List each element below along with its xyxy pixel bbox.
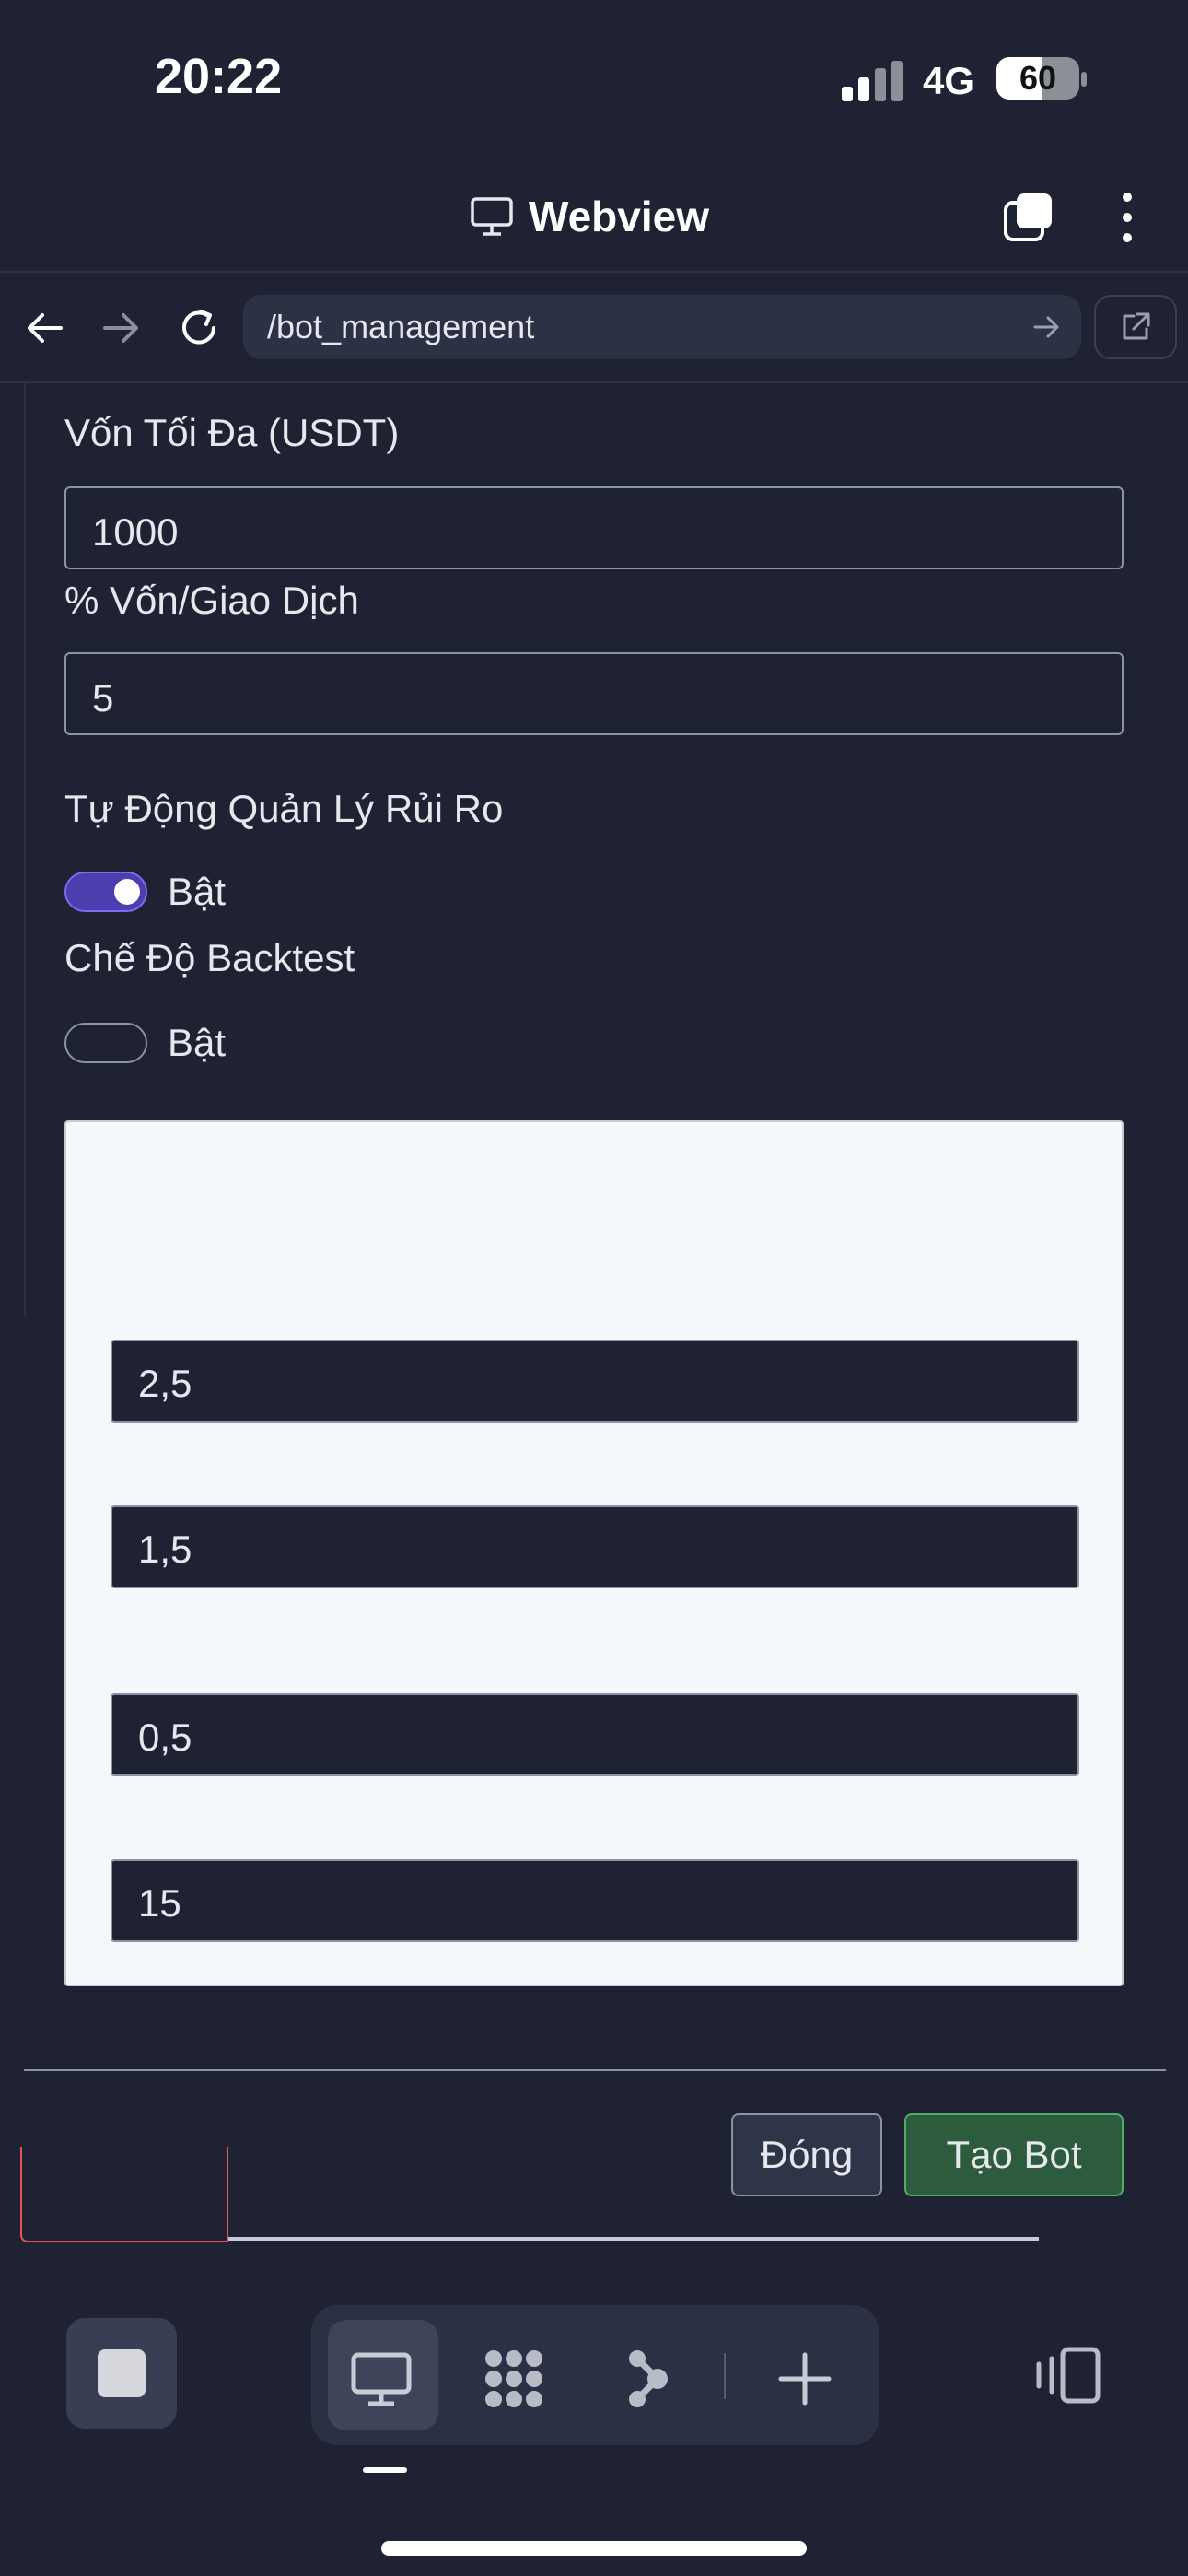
auto-risk-label: Tự Động Quản Lý Rủi Ro (64, 787, 504, 830)
stop-button[interactable] (66, 2318, 177, 2429)
battery-level: 60 (1019, 59, 1057, 97)
capital-per-trade-label: % Vốn/Giao Dịch (64, 579, 359, 622)
max-capital-label: Vốn Tối Đa (USDT) (64, 411, 400, 454)
back-arrow-icon[interactable] (18, 302, 70, 354)
plus-icon[interactable] (772, 2346, 838, 2412)
url-text[interactable]: /bot_management (267, 308, 534, 346)
external-link-icon (1123, 312, 1150, 340)
risk-field-3[interactable]: 0,5 (111, 1693, 1079, 1776)
max-capital-input[interactable]: 1000 (64, 486, 1124, 569)
go-arrow-icon[interactable] (1031, 311, 1063, 343)
more-menu-icon[interactable] (1114, 192, 1140, 243)
stop-icon (98, 2349, 146, 2397)
background-card-edge (20, 2147, 228, 2242)
forward-arrow-icon[interactable] (96, 302, 147, 354)
risk-field-4[interactable]: 15 (111, 1859, 1079, 1942)
reload-icon[interactable] (173, 302, 225, 354)
close-button[interactable]: Đóng (731, 2113, 882, 2196)
background-progress-line (228, 2237, 1039, 2241)
backtest-toggle-label: Bật (168, 1021, 227, 1064)
monitor-icon (471, 197, 513, 236)
tabs-icon[interactable] (1002, 192, 1054, 243)
battery-icon: 60 (996, 57, 1079, 100)
header-title-text: Webview (529, 193, 709, 240)
backtest-toggle[interactable] (64, 1023, 147, 1063)
signal-icon (842, 61, 903, 101)
risk-field-2[interactable]: 1,5 (111, 1505, 1079, 1588)
backtest-label: Chế Độ Backtest (64, 936, 355, 979)
battery-tip (1081, 72, 1087, 87)
dock-active-indicator (363, 2467, 407, 2473)
header-divider (0, 271, 1188, 273)
dock-separator (724, 2353, 726, 2399)
page-title: Webview (470, 192, 709, 241)
capital-per-trade-input[interactable]: 5 (64, 652, 1124, 735)
address-bar[interactable]: /bot_management (243, 295, 1081, 359)
auto-risk-toggle[interactable] (64, 872, 147, 912)
auto-risk-toggle-label: Bật (168, 870, 227, 913)
webview-monitor-icon[interactable] (348, 2346, 414, 2412)
modal-footer-divider (24, 2069, 1166, 2071)
home-indicator (381, 2541, 807, 2556)
risk-settings-panel: 2,5 1,5 0,5 15 (64, 1120, 1124, 1986)
device-switch-icon[interactable] (1031, 2346, 1101, 2405)
create-bot-button[interactable]: Tạo Bot (904, 2113, 1124, 2196)
network-type: 4G (923, 59, 975, 102)
status-time: 20:22 (155, 49, 283, 104)
risk-field-1[interactable]: 2,5 (111, 1340, 1079, 1423)
workflow-icon[interactable] (613, 2346, 680, 2412)
apps-grid-icon[interactable] (481, 2346, 547, 2412)
open-external-button[interactable] (1094, 295, 1177, 359)
